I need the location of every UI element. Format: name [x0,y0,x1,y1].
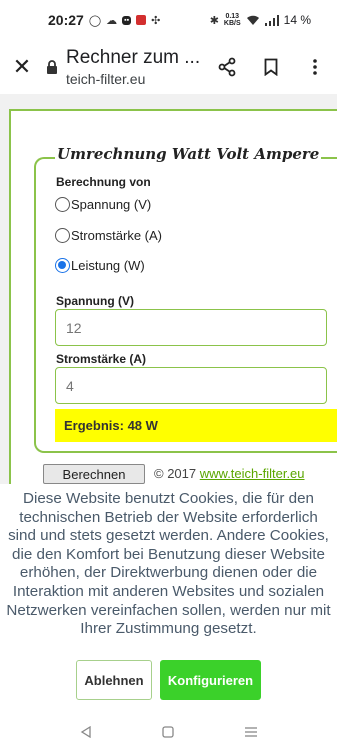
bookmark-button[interactable] [249,40,293,94]
radio-current-button[interactable] [55,228,70,243]
page-url: teich-filter.eu [66,71,146,87]
status-left: 20:27 ◯ ☁ ▪▪ ✣ [48,12,160,28]
current-input[interactable] [55,367,327,404]
nav-recents-button[interactable] [231,714,271,750]
radio-voltage[interactable]: Spannung (V) [55,197,151,212]
radio-power[interactable]: Leistung (W) [55,258,145,273]
radio-voltage-label: Spannung (V) [71,197,152,212]
recents-menu-icon [244,727,257,737]
lock-icon[interactable] [44,59,60,75]
home-square-icon [162,726,175,738]
calculate-button[interactable]: Berechnen [43,464,145,484]
network-speed-value: 0.13 [225,13,240,20]
system-nav-bar [0,714,337,750]
battery-level: 14 % [283,13,311,27]
status-time: 20:27 [48,12,84,28]
share-button[interactable] [205,40,249,94]
radio-current-label: Stromstärke (A) [71,228,163,243]
app-notification-icon [136,15,147,25]
calc-mode-label: Berechnung von [56,175,151,189]
share-icon [218,57,236,77]
status-right: ✱ 0.13 KB/S 14 % [210,13,311,27]
current-label: Stromstärke (A) [56,352,147,366]
copyright-text: © 2017 [154,466,197,481]
sync-icon: ◯ [88,14,102,27]
cloud-icon: ☁ [106,14,118,27]
cookie-banner: Diese Website benutzt Cookies, die für d… [0,484,337,714]
close-icon[interactable]: ✕ [0,40,44,94]
fan-icon: ✣ [151,14,161,27]
radio-voltage-button[interactable] [55,197,70,212]
network-speed-unit: KB/S [223,20,241,27]
status-bar: 20:27 ◯ ☁ ▪▪ ✣ ✱ 0.13 KB/S 14 % [0,0,337,40]
page-title-area[interactable]: Rechner zum ... teich-filter.eu [66,47,205,87]
signal-icon [264,14,279,26]
reject-cookies-button[interactable]: Ablehnen [76,660,152,700]
nav-home-button[interactable] [148,714,188,750]
back-triangle-icon [80,726,91,738]
copyright-notice: © 2017 www.teich-filter.eu [154,466,305,481]
bookmark-icon [264,58,278,76]
radio-power-button[interactable] [55,258,70,273]
nav-back-button[interactable] [66,714,106,750]
calculator-legend: Umrechnung Watt Volt Ampere [55,145,322,163]
radio-power-label: Leistung (W) [71,258,145,273]
copyright-link[interactable]: www.teich-filter.eu [200,466,305,481]
result-display: Ergebnis: 48 W [55,409,337,442]
wifi-icon [246,15,259,25]
more-vert-icon [313,59,317,75]
web-page: Umrechnung Watt Volt Ampere Berechnung v… [0,94,337,529]
voltage-label: Spannung (V) [56,294,134,308]
browser-toolbar: ✕ Rechner zum ... teich-filter.eu [0,40,337,94]
page-title: Rechner zum ... [66,47,201,68]
radio-current[interactable]: Stromstärke (A) [55,228,162,243]
configure-cookies-button[interactable]: Konfigurieren [160,660,261,700]
voltage-input[interactable] [55,309,327,346]
app-badge-icon: ▪▪ [122,15,132,25]
more-menu-button[interactable] [293,40,337,94]
network-speed: 0.13 KB/S [224,13,241,27]
bluetooth-icon: ✱ [209,14,219,27]
cookie-notice-text: Diese Website benutzt Cookies, die für d… [6,490,331,638]
